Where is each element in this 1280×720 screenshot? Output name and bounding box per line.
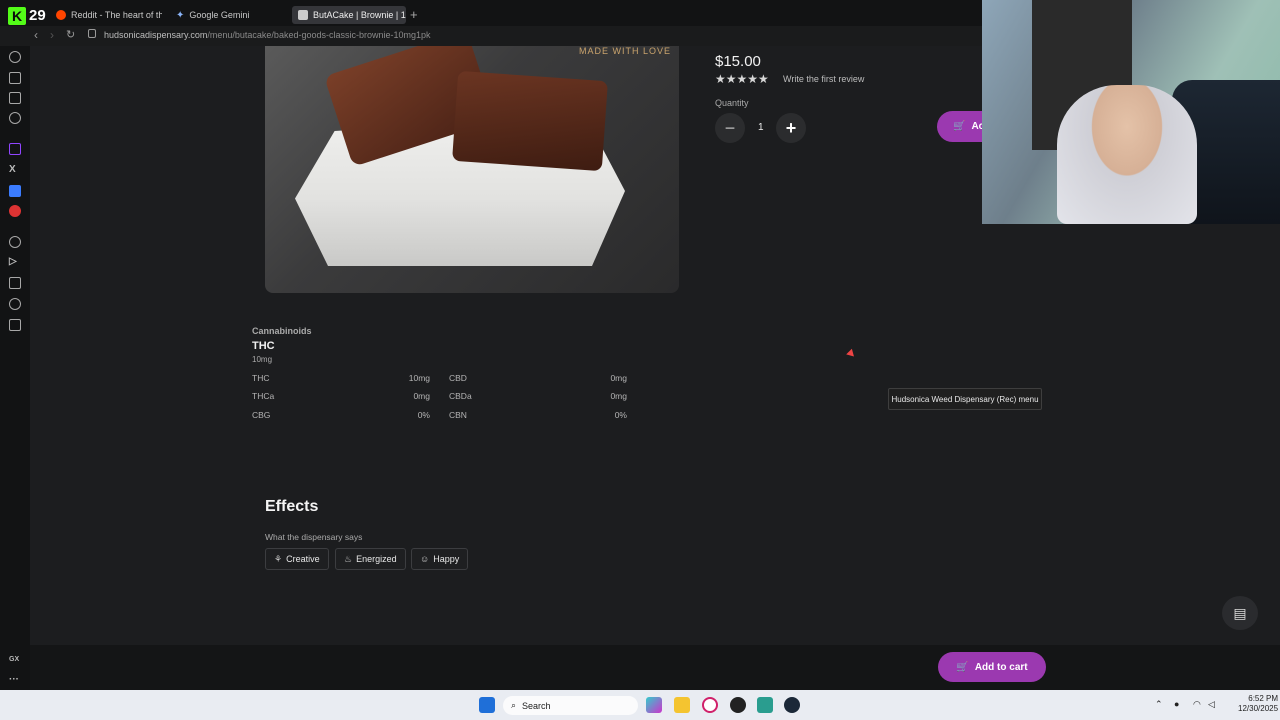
effect-chip-energized[interactable]: ♨ Energized — [335, 548, 406, 570]
tray-chevron-icon[interactable]: ⌃ — [1155, 699, 1163, 710]
url-host: hudsonicadispensary.com — [104, 30, 208, 40]
url-path: /menu/butacake/baked-goods-classic-brown… — [207, 30, 431, 40]
sticky-footer — [30, 645, 1280, 690]
main-cannabinoid-amount: 10mg — [252, 355, 273, 364]
copilot-icon[interactable] — [646, 697, 662, 713]
new-tab-button[interactable]: + — [410, 7, 418, 22]
windows-taskbar — [0, 690, 1280, 720]
effect-chip-happy[interactable]: ☺ Happy — [411, 548, 469, 570]
twitch-icon[interactable] — [9, 143, 21, 155]
cannabinoid-value: 0mg — [413, 391, 430, 401]
wifi-icon[interactable]: ◠ — [1193, 699, 1201, 710]
kick-counter: 29 — [29, 7, 46, 24]
cannabinoid-value: 0% — [417, 410, 430, 420]
tab-label: ButACake | Brownie | 10m — [313, 10, 406, 20]
chat-bubble-icon: ▤ — [1233, 604, 1247, 621]
back-button[interactable]: ‹ — [34, 28, 38, 42]
tab-tooltip: Hudsonica Weed Dispensary (Rec) menu — [888, 388, 1042, 410]
bitwarden-icon[interactable] — [9, 185, 21, 197]
sidebar-app-1-icon[interactable] — [9, 51, 21, 63]
red-app-icon[interactable] — [9, 205, 21, 217]
tab-gemini[interactable]: ✦ Google Gemini — [170, 6, 282, 24]
sidebar-app-4-icon[interactable] — [9, 112, 21, 124]
lock-icon — [88, 29, 96, 38]
obs-icon[interactable] — [730, 697, 746, 713]
webcam-person — [1057, 85, 1197, 224]
taskbar-search[interactable]: ⌕ Search — [503, 696, 638, 715]
cart-icon: 🛒 — [953, 121, 966, 132]
cannabinoid-name: THCa — [252, 391, 275, 401]
gx-label[interactable]: GX — [9, 656, 19, 663]
clock-time: 6:52 PM — [1248, 694, 1279, 703]
file-explorer-icon[interactable] — [674, 697, 690, 713]
cannabinoid-value: 10mg — [408, 373, 430, 383]
brain-icon: ⚘ — [274, 553, 283, 564]
effect-chip-creative[interactable]: ⚘ Creative — [265, 548, 329, 570]
search-icon: ⌕ — [511, 700, 517, 710]
write-review-link[interactable]: Write the first review — [783, 74, 864, 84]
windows-start-icon[interactable] — [479, 697, 495, 713]
sidebar-app-3-icon[interactable] — [9, 92, 21, 104]
quantity-increase-button[interactable]: + — [776, 113, 806, 143]
cannabinoids-heading: Cannabinoids — [252, 326, 312, 336]
brownie-shape — [452, 70, 608, 172]
cannabinoid-name: CBD — [449, 373, 467, 383]
effect-chip-label: Energized — [356, 554, 397, 564]
more-icon[interactable]: ··· — [9, 674, 19, 685]
product-price: $15.00 — [715, 53, 761, 70]
cannabinoid-value: 0mg — [610, 373, 627, 383]
cannabinoid-name: THC — [252, 373, 270, 383]
x-icon[interactable]: X — [9, 164, 16, 175]
add-to-cart-button-footer[interactable]: 🛒 Add to cart — [938, 652, 1046, 682]
quantity-value: 1 — [758, 122, 764, 133]
webcam-overlay — [982, 0, 1280, 224]
sidebar-app-2-icon[interactable] — [9, 72, 21, 84]
bot-icon[interactable] — [9, 319, 21, 331]
send-icon[interactable]: ▷ — [9, 256, 17, 267]
add-to-cart-label: Add to cart — [974, 661, 1028, 673]
tab-butacake[interactable]: ButACake | Brownie | 10m — [292, 6, 406, 24]
cannabinoid-value: 0% — [614, 410, 627, 420]
microphone-icon[interactable]: ● — [1174, 699, 1179, 709]
quantity-decrease-button[interactable]: − — [715, 113, 745, 143]
cannabinoid-name: CBDa — [449, 391, 472, 401]
tab-label: Reddit - The heart of the i — [71, 10, 162, 20]
gemini-icon: ✦ — [176, 9, 185, 21]
reload-button[interactable]: ↻ — [66, 28, 75, 41]
reddit-icon — [56, 10, 66, 20]
quantity-label: Quantity — [715, 98, 749, 108]
main-cannabinoid-name: THC — [252, 340, 275, 352]
effect-chip-label: Creative — [286, 554, 320, 564]
cart-icon: 🛒 — [956, 661, 969, 673]
taskbar-search-label: Search — [522, 700, 551, 711]
mouse-cursor-icon — [846, 348, 857, 360]
tab-label: Google Gemini — [189, 10, 250, 20]
effects-subtitle: What the dispensary says — [265, 532, 363, 542]
product-image: MADE WITH LOVE — [265, 46, 679, 293]
chat-button[interactable]: ▤ — [1222, 596, 1258, 630]
effect-chip-label: Happy — [433, 554, 460, 564]
cannabinoid-name: CBG — [252, 410, 271, 420]
rating-stars-icon[interactable]: ★★★★★ — [715, 72, 769, 86]
flame-icon: ♨ — [344, 553, 353, 564]
cannabinoid-name: CBN — [449, 410, 467, 420]
clock-date: 12/30/2025 — [1238, 704, 1279, 713]
image-overlay-text: MADE WITH LOVE — [578, 46, 671, 56]
url-field[interactable]: hudsonicadispensary.com/menu/butacake/ba… — [104, 30, 431, 40]
opera-gx-icon[interactable] — [702, 697, 718, 713]
notepad-icon[interactable] — [757, 697, 773, 713]
kick-logo-icon: K — [8, 7, 26, 25]
smile-icon: ☺ — [420, 554, 430, 564]
effects-heading: Effects — [265, 498, 319, 515]
taskbar-clock[interactable]: 6:52 PM 12/30/2025 — [1238, 694, 1278, 714]
cannabinoid-value: 0mg — [610, 391, 627, 401]
butacake-icon — [298, 10, 308, 20]
forward-button[interactable]: › — [50, 28, 54, 42]
tab-reddit[interactable]: Reddit - The heart of the i — [50, 6, 162, 24]
volume-icon[interactable]: ◁ — [1208, 699, 1215, 710]
steam-icon[interactable] — [784, 697, 800, 713]
map-icon[interactable] — [9, 277, 21, 289]
settings-icon[interactable] — [9, 298, 21, 310]
play-icon[interactable] — [9, 236, 21, 248]
